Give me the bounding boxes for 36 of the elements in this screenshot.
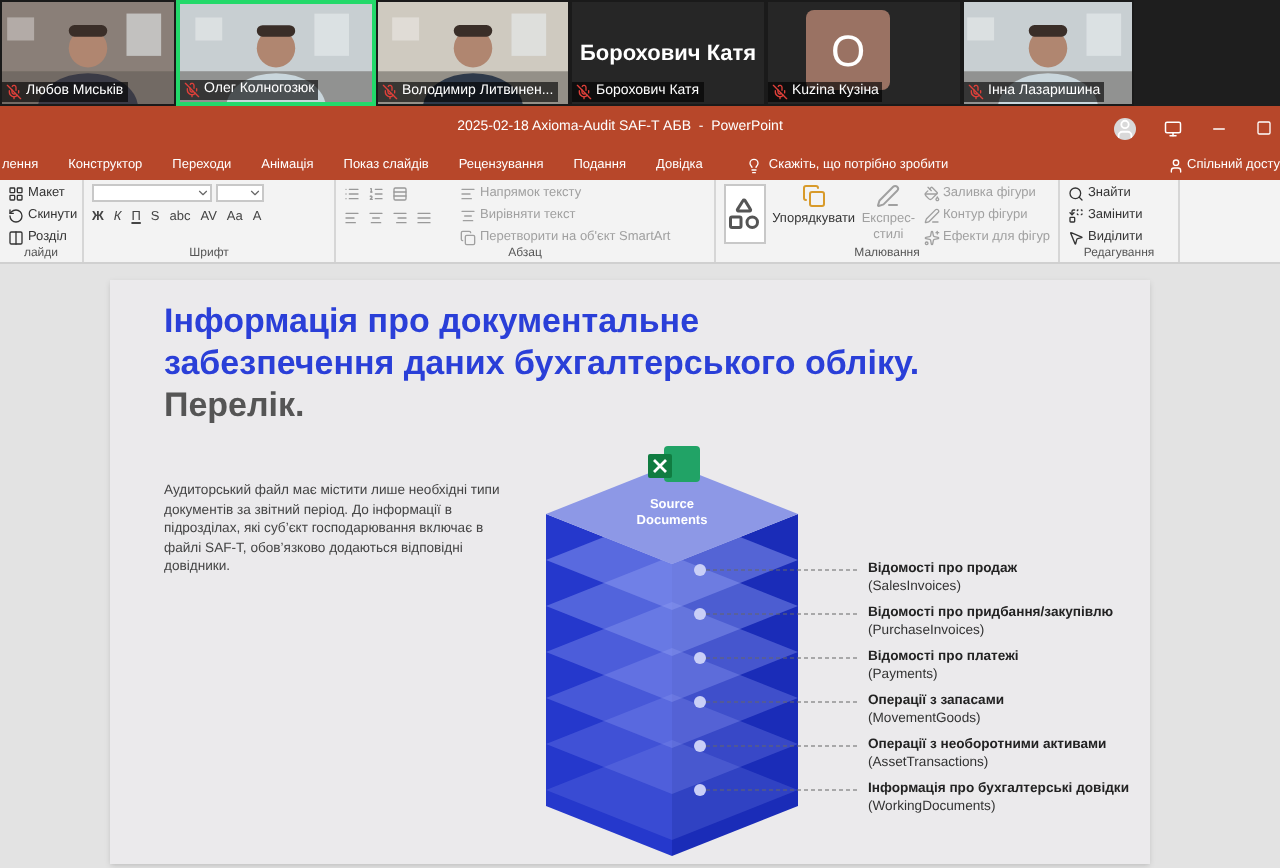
command-icon — [8, 185, 24, 201]
shapes-icon — [726, 196, 763, 232]
command-icon — [460, 185, 476, 201]
command-icon — [1068, 185, 1084, 201]
command-icon — [8, 229, 24, 245]
participant-name-display: Борохович Катя — [580, 40, 757, 70]
shapes-gallery[interactable] — [724, 184, 766, 244]
line-spacing-icon[interactable] — [392, 186, 408, 202]
font-size-dropdown[interactable] — [216, 184, 264, 202]
slide-title: Інформація про документальне забезпечення даних бухгалтерського обліку. — [164, 300, 922, 384]
chevron-down-icon — [248, 186, 262, 200]
justify-icon[interactable] — [416, 210, 432, 226]
command-icon — [1068, 229, 1084, 245]
quick-styles-icon — [876, 184, 901, 208]
command-icon — [1068, 207, 1084, 223]
numbering-icon[interactable] — [368, 186, 384, 202]
align-center-icon[interactable] — [368, 210, 384, 226]
restore-icon[interactable] — [1256, 120, 1272, 136]
lightbulb-icon — [746, 157, 763, 173]
chevron-down-icon — [196, 186, 210, 200]
align-left-icon[interactable] — [344, 210, 360, 226]
command-icon — [8, 207, 24, 223]
bullets-icon[interactable] — [344, 186, 360, 202]
command-icon — [460, 229, 476, 245]
account-icon[interactable] — [1114, 117, 1136, 139]
spreadsheet-icon — [648, 446, 700, 482]
font-name-dropdown[interactable] — [92, 184, 212, 202]
slide-subtitle: Перелік. — [164, 384, 305, 426]
command-icon — [923, 207, 939, 223]
command-icon — [923, 185, 939, 201]
share-icon — [1167, 157, 1184, 173]
ribbon-display-icon[interactable] — [1164, 119, 1182, 137]
align-right-icon[interactable] — [392, 210, 408, 226]
command-icon — [923, 229, 939, 245]
arrange-icon — [801, 184, 826, 208]
command-icon — [460, 207, 476, 223]
